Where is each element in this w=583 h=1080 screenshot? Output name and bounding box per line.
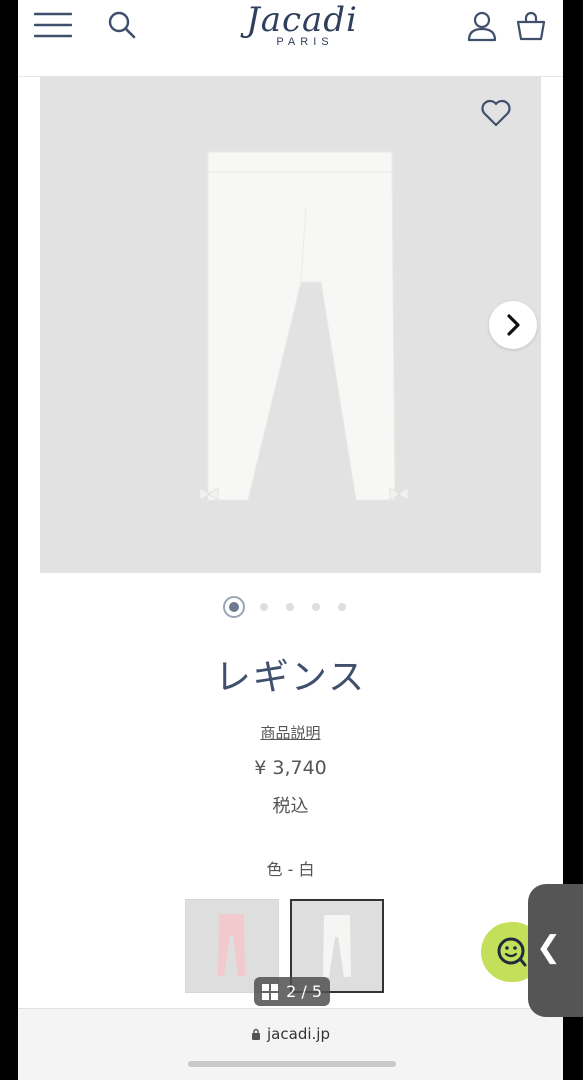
brand-logo-script: Jacadi: [246, 0, 358, 40]
carousel-dot[interactable]: [260, 603, 268, 611]
site-header: Jacadi PARIS: [18, 0, 563, 77]
product-image-leggings: [199, 151, 409, 501]
grid-icon: [262, 984, 278, 1000]
search-icon[interactable]: [107, 10, 137, 44]
product-page: Jacadi PARIS レギンス 商品説明 ¥ 3,740 税込 色 - 白 …: [18, 0, 563, 1080]
carousel-dot-active[interactable]: [223, 596, 245, 618]
url-text: jacadi.jp: [267, 1025, 330, 1043]
menu-icon[interactable]: [33, 12, 73, 44]
product-price: ¥ 3,740: [254, 757, 327, 779]
side-panel-tab[interactable]: ❮: [528, 884, 583, 1017]
image-counter: 2 / 5: [254, 977, 330, 1006]
chevron-right-icon: [507, 314, 520, 336]
carousel-dot[interactable]: [338, 603, 346, 611]
home-indicator[interactable]: [188, 1061, 396, 1067]
image-counter-label: 2 / 5: [286, 982, 322, 1001]
favorite-heart-icon[interactable]: [480, 98, 512, 132]
product-description-link[interactable]: 商品説明: [18, 722, 563, 743]
carousel-dots: [223, 596, 373, 618]
carousel-dot[interactable]: [312, 603, 320, 611]
browser-url-bar[interactable]: jacadi.jp: [18, 1008, 563, 1080]
carousel-next-button[interactable]: [489, 301, 537, 349]
url-display[interactable]: jacadi.jp: [18, 1025, 563, 1043]
color-label: 色 - 白: [266, 860, 315, 879]
carousel-dot[interactable]: [286, 603, 294, 611]
chevron-left-icon: ❮: [536, 930, 562, 965]
product-title: レギンス: [214, 657, 367, 698]
product-image-carousel[interactable]: [40, 76, 541, 573]
brand-logo[interactable]: Jacadi PARIS: [232, 0, 372, 60]
tax-note: 税込: [272, 796, 309, 817]
lock-icon: [252, 1028, 261, 1040]
shopping-bag-icon[interactable]: [515, 10, 547, 46]
account-icon[interactable]: [467, 10, 497, 46]
